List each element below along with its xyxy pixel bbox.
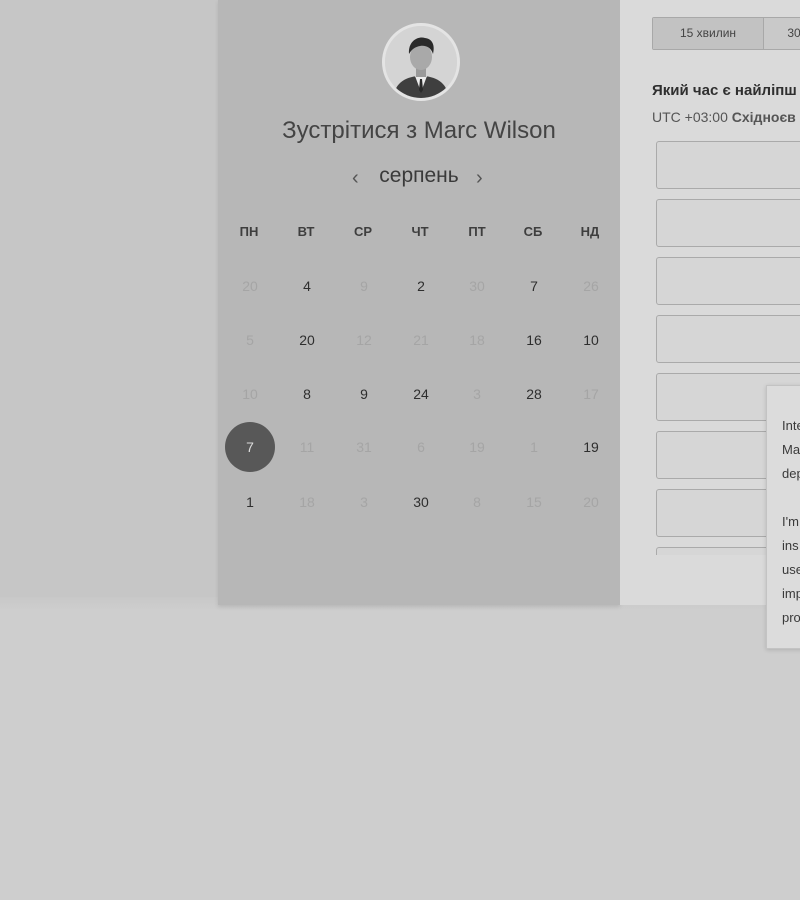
calendar-day: 10 — [242, 386, 258, 402]
calendar-day: 17 — [583, 386, 599, 402]
calendar-day[interactable]: 10 — [566, 315, 616, 365]
tooltip-line: imp — [782, 586, 800, 601]
calendar-day[interactable]: 8 — [282, 369, 332, 419]
calendar-day: 18 — [299, 494, 315, 510]
calendar-day: 31 — [356, 439, 372, 455]
duration-selector: 15 хвилин 30 — [652, 17, 800, 50]
timezone-offset: UTC +03:00 — [652, 109, 728, 125]
calendar-day: 15 — [526, 494, 542, 510]
calendar-day: 12 — [356, 332, 372, 348]
calendar-day: 9 — [360, 278, 368, 294]
calendar-day: 21 — [413, 332, 429, 348]
tooltip-line: use — [782, 562, 800, 577]
calendar-day[interactable]: 4 — [282, 261, 332, 311]
calendar-day: 6 — [417, 439, 425, 455]
time-slot[interactable]: 1 — [656, 199, 800, 247]
calendar-day: 8 — [473, 494, 481, 510]
time-slot[interactable]: 1 — [656, 257, 800, 305]
calendar-day[interactable]: 20 — [282, 315, 332, 365]
calendar-day[interactable]: 1 — [225, 477, 275, 527]
calendar-day: 19 — [469, 439, 485, 455]
host-bio-tooltip: Inte Ma dep I'm ins use imp pro — [766, 385, 800, 649]
timezone-name: Східноєв — [731, 109, 796, 125]
calendar-day: 3 — [360, 494, 368, 510]
time-slot[interactable]: 1 — [656, 315, 800, 363]
calendar-day[interactable]: 30 — [396, 477, 446, 527]
timezone-label[interactable]: UTC +03:00 Східноєв — [652, 109, 796, 125]
tooltip-line: Inte — [782, 418, 800, 433]
tooltip-line: dep — [782, 466, 800, 481]
tooltip-line: Ma — [782, 442, 800, 457]
time-question: Який час є найліпш — [652, 82, 797, 99]
tooltip-line: I'm — [782, 514, 799, 529]
calendar-day-selected[interactable]: 7 — [225, 422, 275, 472]
calendar-day[interactable]: 9 — [339, 369, 389, 419]
calendar-day: 3 — [473, 386, 481, 402]
calendar-day[interactable]: 16 — [509, 315, 559, 365]
calendar-grid: 20 4 9 2 30 7 26 5 20 12 21 18 16 10 10 8 9 24 3 28 17 7 11 31 6… — [218, 0, 620, 600]
calendar-day: 20 — [242, 278, 258, 294]
calendar-day: 20 — [583, 494, 599, 510]
calendar-day: 5 — [246, 332, 254, 348]
page-background-left — [0, 0, 218, 597]
calendar-day[interactable]: 7 — [509, 261, 559, 311]
calendar-day[interactable]: 24 — [396, 369, 446, 419]
calendar-day: 26 — [583, 278, 599, 294]
tooltip-line: pro — [782, 610, 800, 625]
time-slot[interactable]: 1 — [656, 141, 800, 189]
calendar-card: Зустрітися з Marc Wilson ‹ серпень › ПН … — [218, 0, 620, 605]
calendar-day: 1 — [530, 439, 538, 455]
calendar-day[interactable]: 19 — [566, 422, 616, 472]
calendar-day[interactable]: 2 — [396, 261, 446, 311]
duration-tab-15[interactable]: 15 хвилин — [653, 18, 764, 49]
calendar-day: 30 — [469, 278, 485, 294]
duration-tab-30[interactable]: 30 — [764, 18, 800, 49]
calendar-day: 11 — [299, 439, 315, 455]
calendar-day[interactable]: 28 — [509, 369, 559, 419]
tooltip-line: ins — [782, 538, 799, 553]
calendar-day: 18 — [469, 332, 485, 348]
